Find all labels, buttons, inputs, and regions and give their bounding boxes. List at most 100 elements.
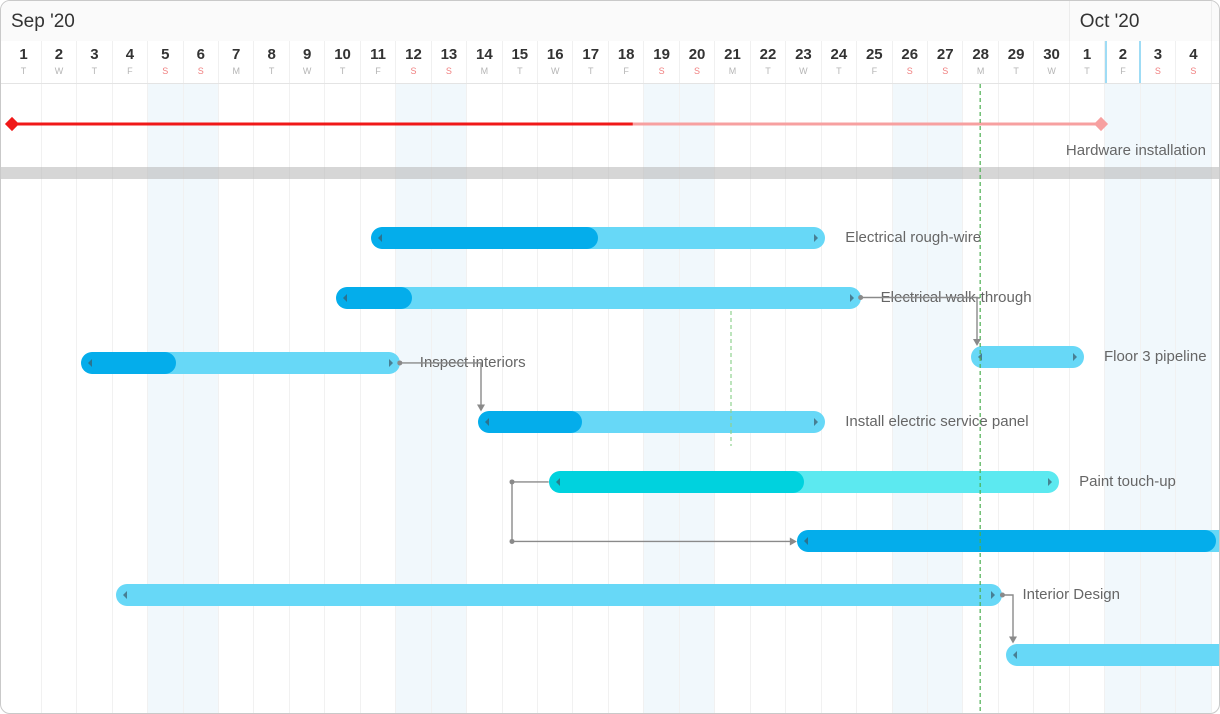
day-number: 22	[759, 46, 777, 63]
resize-right-handle-icon[interactable]	[849, 293, 854, 302]
day-cell: 12 S	[396, 41, 432, 83]
task-label: Electrical rough-wire	[845, 229, 982, 246]
resize-right-handle-icon[interactable]	[1072, 353, 1077, 361]
resize-right-handle-icon[interactable]	[388, 358, 393, 367]
task-bar-unlabeled[interactable]	[796, 530, 1219, 553]
resize-left-handle-icon[interactable]	[378, 234, 383, 242]
task-bar-inspect[interactable]	[80, 351, 400, 374]
day-cell: 4S	[1176, 41, 1212, 83]
day-of-week: M	[232, 66, 240, 76]
day-cell: 6S	[184, 41, 219, 83]
day-of-week: S	[1154, 66, 1161, 76]
month-label: Sep '20	[1, 1, 1070, 41]
day-of-week: T	[339, 66, 346, 76]
day-number: 3	[90, 46, 99, 63]
day-of-week: F	[1120, 66, 1126, 76]
resize-right-handle-icon[interactable]	[1048, 477, 1053, 486]
day-of-week: F	[375, 66, 381, 76]
task-bar-walk-through[interactable]	[335, 286, 861, 309]
day-header: 1 T 2 W 3 T 4 F 5 S 6 S 7 M 8 T 9 W 10 T 11 F 12 S 13 S 14 M 15 T 16 W 1…	[1, 41, 1219, 84]
day-cell: 1T	[1070, 41, 1106, 83]
day-number: 2	[54, 46, 64, 63]
resize-left-handle-icon[interactable]	[977, 353, 982, 361]
day-number: 12	[405, 46, 422, 63]
day-of-week: W	[551, 66, 560, 76]
resize-left-handle-icon[interactable]	[123, 591, 128, 599]
day-number: 27	[936, 46, 954, 63]
day-number: 10	[334, 46, 351, 63]
day-cell: 16 W	[538, 41, 574, 83]
day-of-week: T	[836, 66, 842, 76]
day-cell: 28 M	[963, 41, 999, 83]
task-bar-rough-wire[interactable]	[371, 227, 826, 249]
day-of-week: M	[728, 66, 737, 76]
resize-left-handle-icon[interactable]	[803, 537, 808, 546]
day-number: 18	[617, 46, 635, 63]
day-cell: 3T	[77, 41, 113, 83]
day-cell: 4F	[113, 41, 149, 83]
day-cell: 20 S	[680, 41, 716, 83]
resize-left-handle-icon[interactable]	[555, 477, 560, 486]
day-of-week: S	[1190, 66, 1197, 76]
day-number: 1	[1082, 46, 1092, 63]
task-bar-interior[interactable]	[116, 584, 1003, 606]
day-number: 9	[302, 46, 312, 63]
day-of-week: F	[871, 66, 878, 76]
day-of-week: T	[20, 66, 27, 76]
task-progress	[796, 530, 1217, 553]
day-of-week: T	[1084, 66, 1090, 76]
day-of-week: S	[197, 66, 204, 76]
day-cell: 14 M	[467, 41, 503, 83]
task-bar-next[interactable]	[1005, 643, 1219, 666]
day-cell: 25 F	[857, 41, 893, 83]
resize-left-handle-icon[interactable]	[484, 418, 489, 427]
day-number: 26	[901, 46, 919, 63]
day-cell: 5S	[148, 41, 184, 83]
task-bar-floor3[interactable]	[970, 346, 1084, 368]
day-of-week: W	[1047, 66, 1056, 76]
day-number: 24	[830, 46, 848, 63]
gantt-body: Electrical rough-wire Electrical walk-thr…	[1, 84, 1219, 713]
day-number: 3	[1153, 46, 1163, 63]
day-of-week: F	[623, 66, 629, 76]
day-cell: 15 T	[503, 41, 539, 83]
day-number: 4	[125, 46, 135, 63]
resize-right-handle-icon[interactable]	[814, 234, 819, 242]
day-of-week: S	[906, 66, 913, 76]
resize-right-handle-icon[interactable]	[991, 591, 996, 599]
day-of-week: W	[54, 66, 64, 76]
day-number: 23	[795, 46, 812, 63]
day-cell: 13 S	[432, 41, 468, 83]
day-cell: 9W	[290, 41, 326, 83]
resize-left-handle-icon[interactable]	[87, 358, 92, 367]
gantt-chart: Sep '20 Oct '20 1 T 2 W 3 T 4 F 5 S 6 S 7 M 8 T 9 W 10 T 11 F 1…	[0, 0, 1220, 714]
day-number: 25	[865, 46, 883, 63]
day-number: 19	[653, 46, 670, 63]
task-progress	[548, 470, 804, 493]
resize-right-handle-icon[interactable]	[814, 418, 819, 427]
day-number: 1	[19, 46, 28, 63]
day-number: 21	[724, 46, 741, 63]
day-number: 20	[688, 46, 706, 63]
day-cell: 2F	[1105, 41, 1141, 83]
task-bar-service-panel[interactable]	[477, 411, 826, 434]
day-cell: 11 F	[361, 41, 397, 83]
task-bar-paint[interactable]	[548, 470, 1060, 493]
task-label: Install electric service panel	[845, 413, 1029, 431]
day-number: 2	[1118, 46, 1128, 63]
day-number: 4	[1189, 46, 1198, 63]
day-cell: 8T	[254, 41, 290, 83]
day-of-week: S	[942, 66, 949, 76]
resize-left-handle-icon[interactable]	[1012, 650, 1017, 659]
day-of-week: T	[587, 66, 594, 76]
task-label: Paint touch-up	[1079, 472, 1176, 490]
day-number: 16	[546, 46, 564, 63]
day-cell: 10 T	[325, 41, 361, 83]
day-of-week: S	[410, 66, 417, 76]
day-of-week: T	[268, 66, 275, 76]
task-label: Floor 3 pipeline	[1103, 348, 1207, 365]
day-number: 8	[267, 46, 276, 63]
day-number: 14	[476, 46, 493, 63]
resize-left-handle-icon[interactable]	[342, 293, 347, 302]
day-of-week: T	[765, 66, 771, 76]
